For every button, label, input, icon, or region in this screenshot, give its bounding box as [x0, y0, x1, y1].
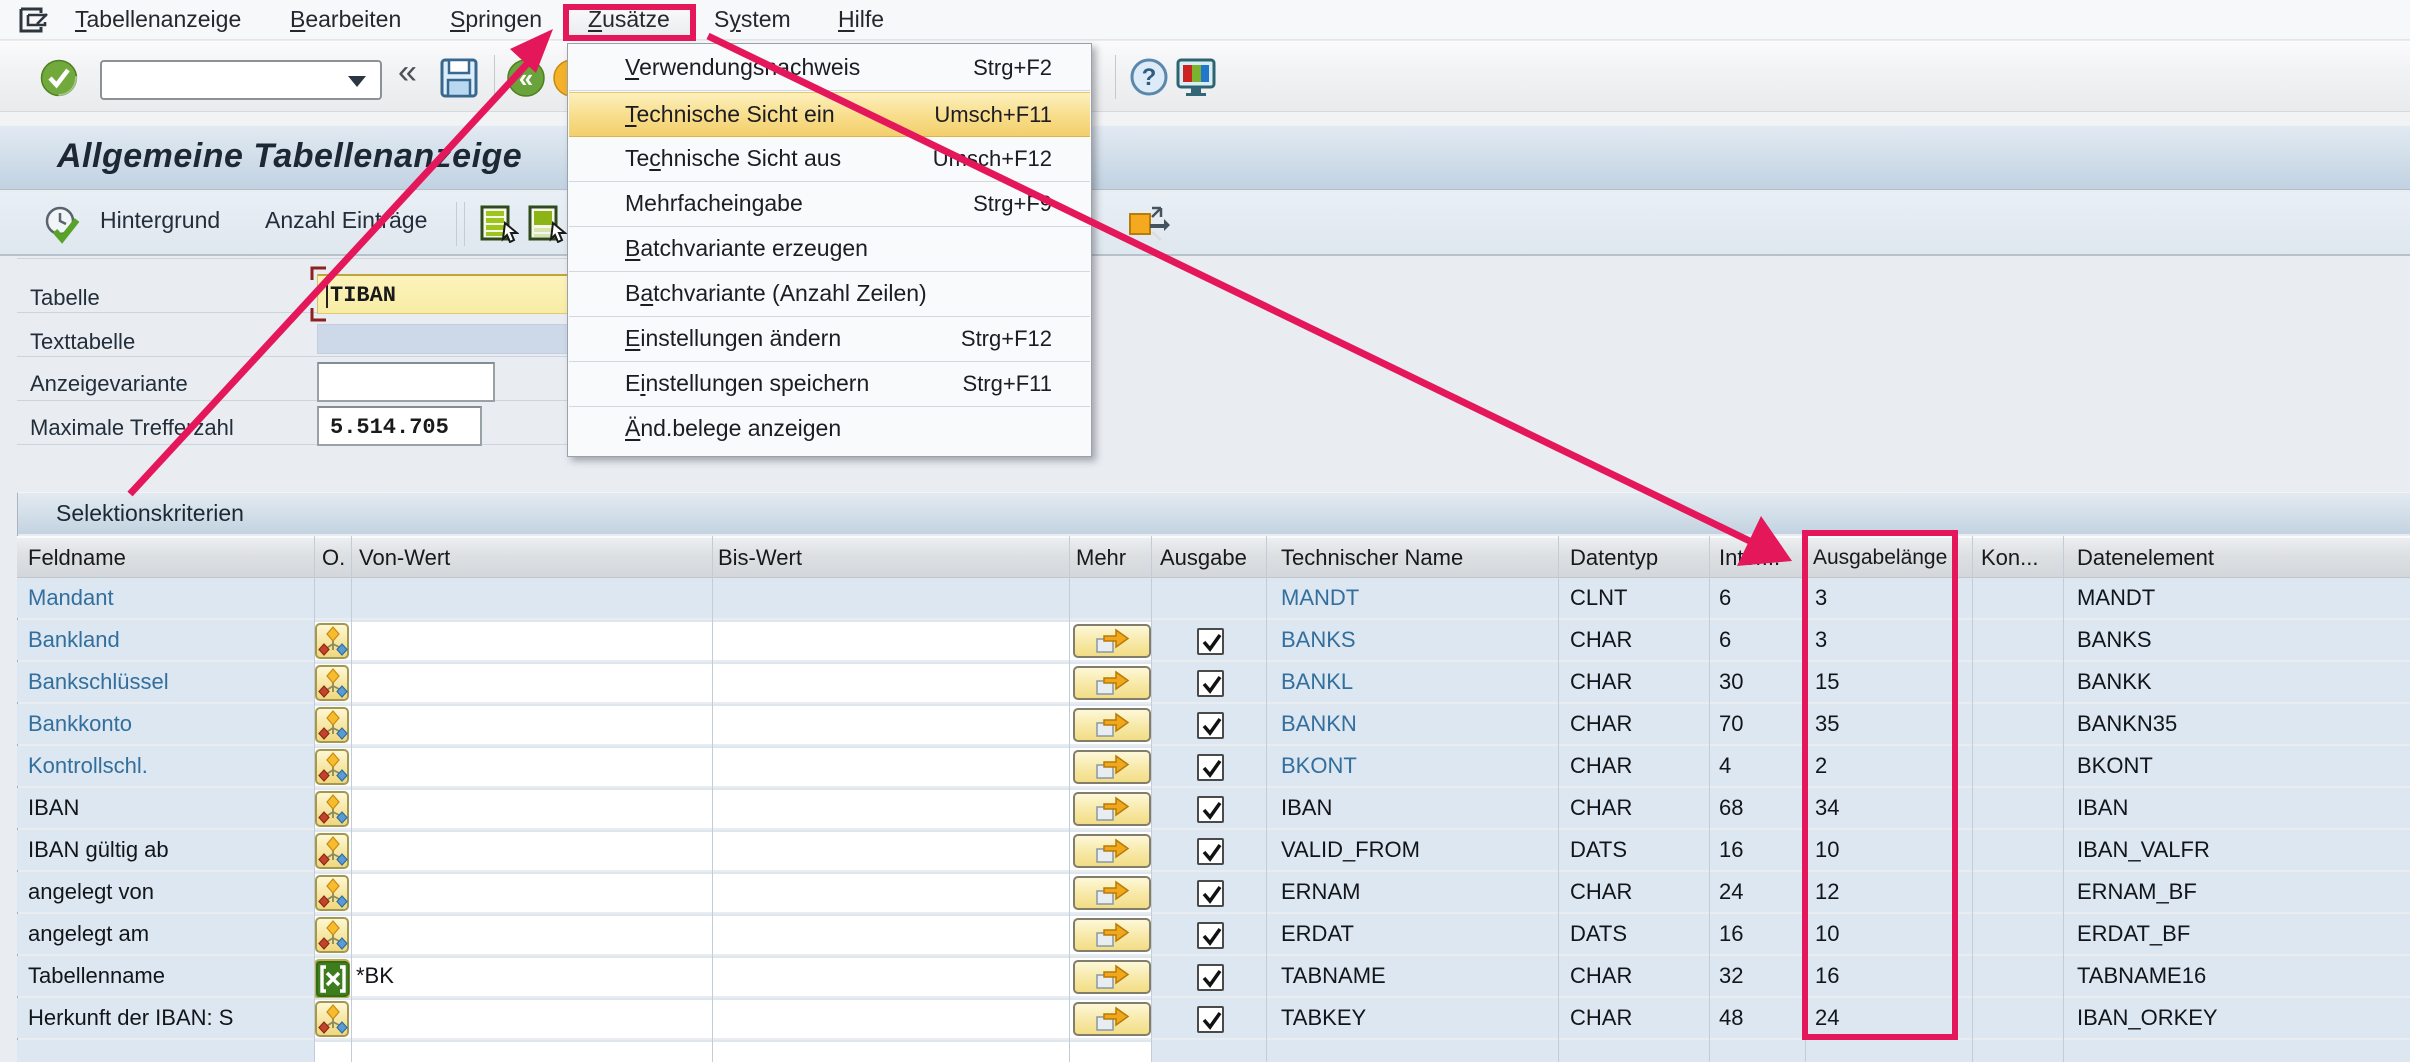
svg-text:«: «: [519, 63, 533, 93]
svg-text:?: ?: [1142, 64, 1157, 91]
